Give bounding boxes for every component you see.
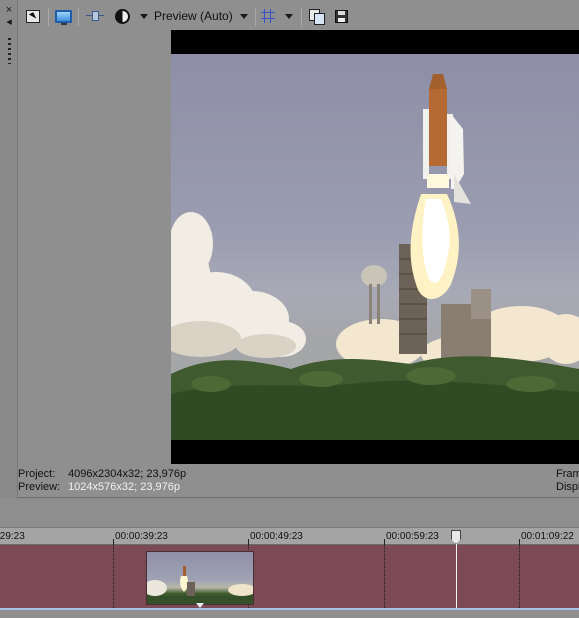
split-screen-icon	[86, 11, 104, 21]
panel-splitter[interactable]	[0, 499, 579, 527]
video-event-thumbnail[interactable]	[146, 551, 254, 605]
save-snapshot-button[interactable]	[331, 6, 351, 26]
preview-toolbar: Preview (Auto)	[18, 4, 579, 28]
toolbar-separator	[301, 8, 302, 26]
chevron-down-icon	[140, 13, 148, 19]
preview-value: 1024x576x32; 23,976p	[68, 481, 180, 493]
drag-grip-icon[interactable]	[8, 38, 11, 64]
collapse-arrow-icon[interactable]: ◂	[3, 16, 15, 28]
ruler-timecode: 00:00:59:23	[386, 531, 439, 542]
ruler-timecode: :29:23	[0, 531, 25, 542]
copy-snapshot-button[interactable]	[306, 6, 326, 26]
playhead-line	[456, 543, 457, 618]
chevron-down-icon	[240, 13, 248, 19]
close-icon[interactable]: ×	[3, 4, 15, 16]
display-label: Display	[556, 481, 579, 493]
chevron-down-icon	[285, 13, 293, 19]
timeline-grid-line	[113, 545, 114, 608]
overlays-dropdown[interactable]	[138, 6, 150, 26]
project-label: Project:	[18, 468, 56, 480]
shuttle-launch-illustration	[171, 74, 579, 440]
copy-snapshot-icon	[308, 8, 325, 25]
preview-label: Preview:	[18, 481, 61, 493]
ruler-timecode: 00:01:09:22	[521, 531, 574, 542]
ruler-timecode: 00:00:49:23	[250, 531, 303, 542]
grid-icon	[261, 9, 275, 23]
overlay-icon	[114, 8, 130, 24]
ruler-timecode: 00:00:39:23	[115, 531, 168, 542]
thumbnail-shuttle-illustration	[147, 566, 253, 604]
toolbar-separator	[78, 8, 79, 26]
frame-label: Frame	[556, 468, 579, 480]
preview-quality-label[interactable]: Preview (Auto)	[154, 6, 233, 26]
shuttle-launch-frame	[171, 54, 579, 440]
timeline-grid-line	[519, 545, 520, 608]
preview-quality-dropdown[interactable]	[238, 6, 250, 26]
cursor-window-icon	[26, 9, 40, 23]
project-info: Project: 4096x2304x32; 23,976p	[18, 468, 186, 481]
toolbar-separator	[255, 8, 256, 26]
timeline-ruler[interactable]: :29:23 00:00:39:23 00:00:49:23 00:00:59:…	[0, 527, 579, 545]
grid-dropdown[interactable]	[283, 6, 295, 26]
overlays-button[interactable]	[112, 6, 132, 26]
timeline-bottom-edge	[0, 608, 579, 618]
video-track[interactable]	[0, 545, 579, 608]
window-dock-strip: × ◂	[0, 0, 18, 498]
timeline-grid-line	[384, 545, 385, 608]
save-icon	[334, 9, 348, 23]
video-preview-window: × ◂ Preview (Auto) Project: 4096x2304x32…	[0, 0, 579, 498]
video-output-button[interactable]	[53, 6, 73, 26]
split-screen-button[interactable]	[85, 6, 105, 26]
toolbar-separator	[48, 8, 49, 26]
monitor-icon	[54, 9, 72, 25]
preview-settings-button[interactable]	[23, 6, 43, 26]
video-frame[interactable]	[171, 30, 579, 464]
project-value: 4096x2304x32; 23,976p	[68, 468, 187, 480]
preview-status-bar: Project: 4096x2304x32; 23,976p Preview: …	[18, 466, 579, 496]
grid-button[interactable]	[258, 6, 278, 26]
preview-info: Preview: 1024x576x32; 23,976p	[18, 481, 180, 494]
